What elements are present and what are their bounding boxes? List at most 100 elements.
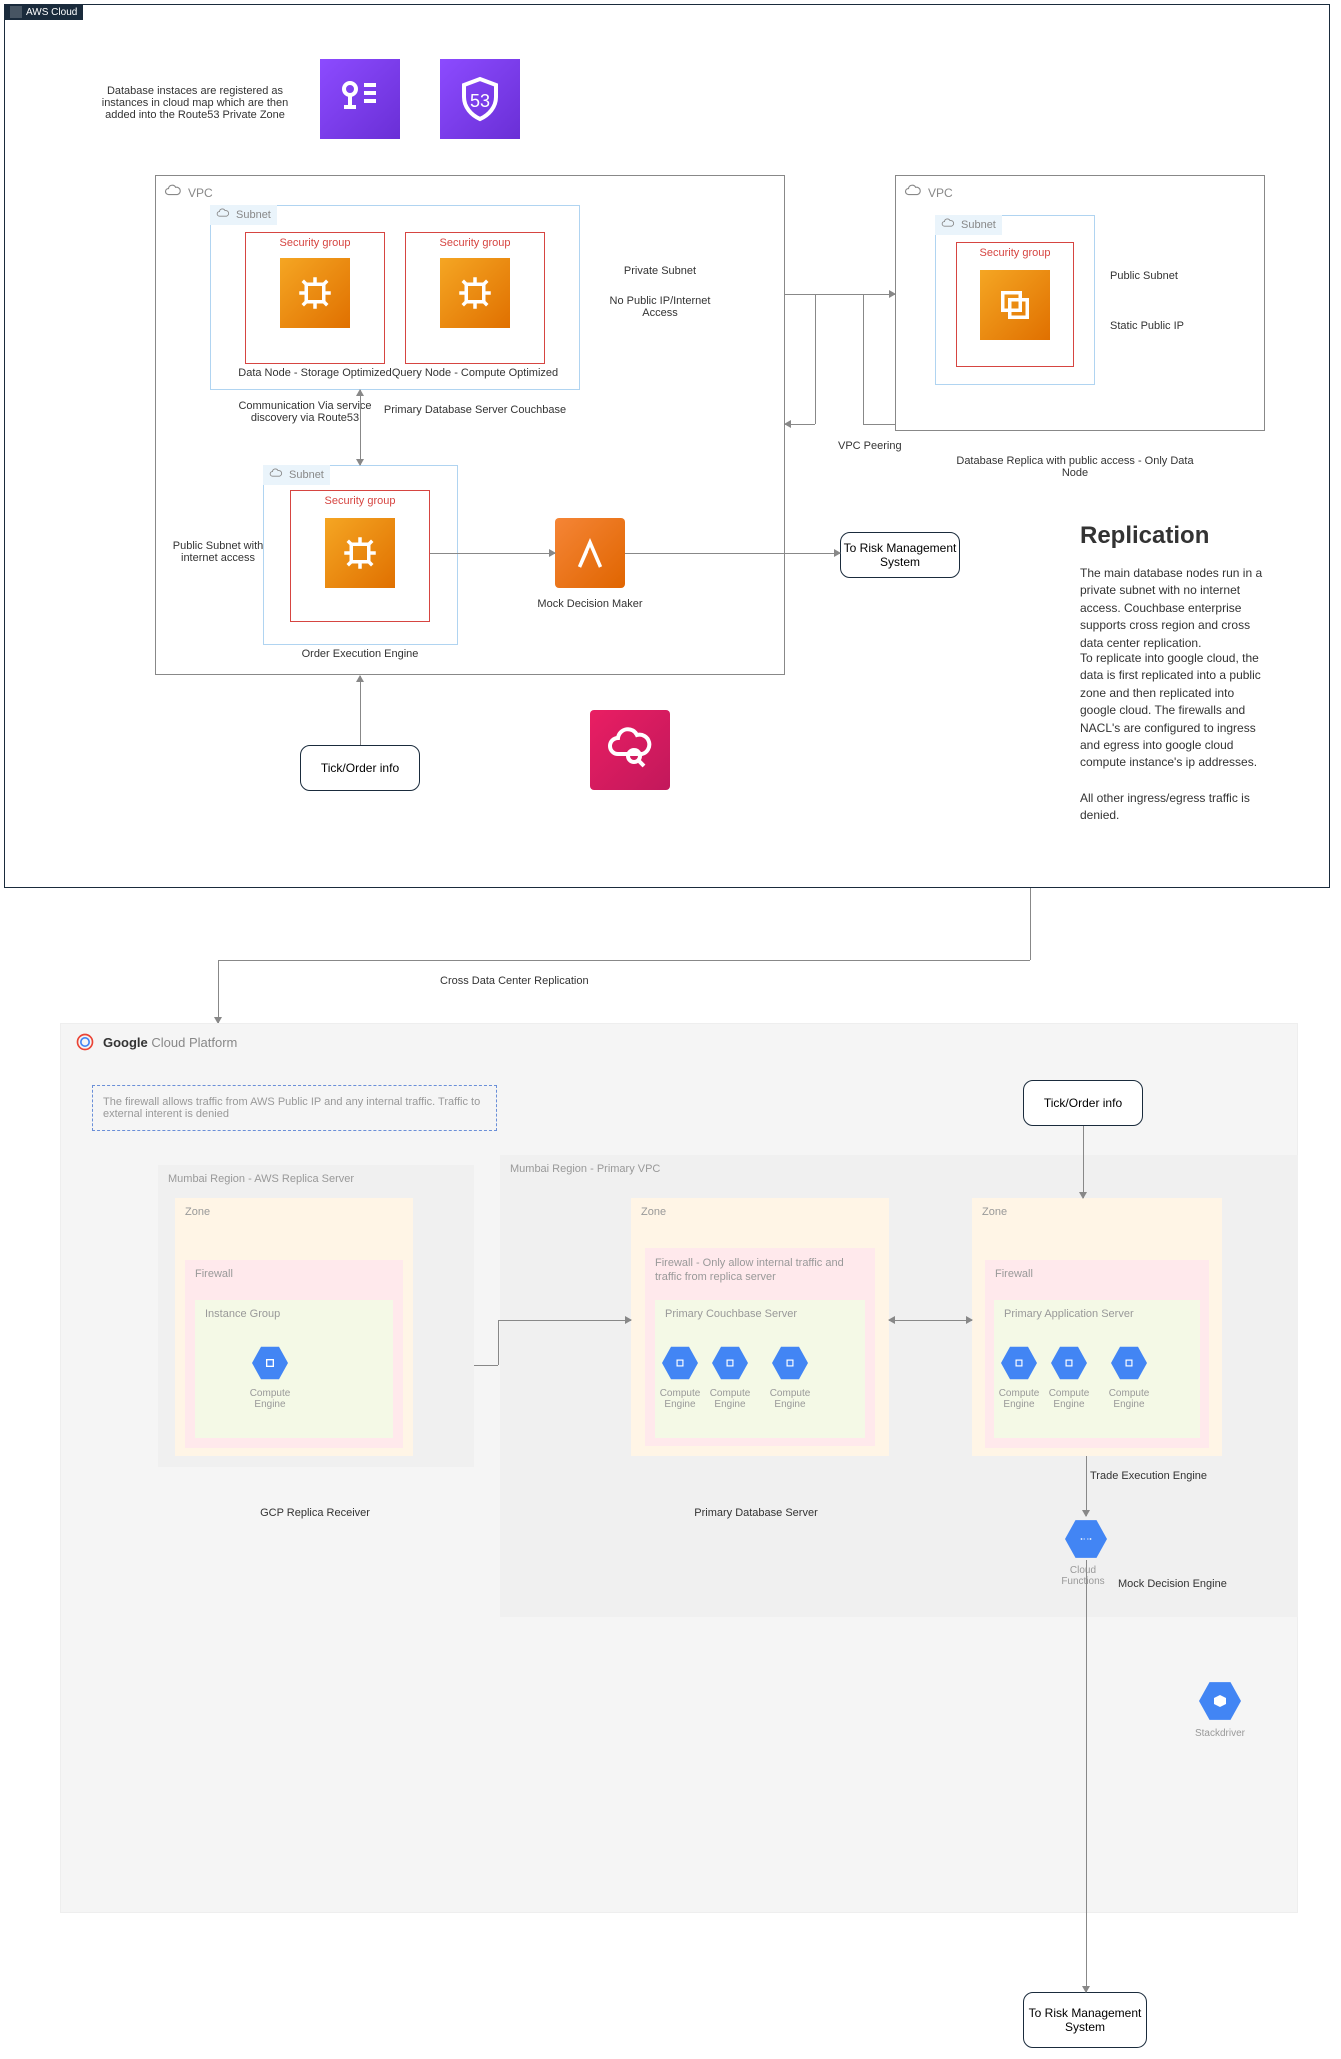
private-subnet-label: Private Subnet	[595, 265, 725, 277]
cb-fw-label: Firewall - Only allow internal traffic a…	[645, 1248, 855, 1293]
conn-lambda-risk	[625, 553, 840, 554]
ec2-query-node-icon	[440, 258, 510, 328]
peer-seg6	[863, 424, 895, 425]
query-node-label: Query Node - Compute Optimized	[390, 367, 560, 379]
conn-tick-order	[360, 676, 361, 745]
cb-ce-3-label: Compute Engine	[765, 1388, 815, 1410]
detective-icon	[590, 710, 670, 790]
subnet3-label: Subnet	[961, 219, 996, 231]
app-zone-label: Zone	[972, 1198, 1222, 1226]
rep-cb-3	[498, 1320, 631, 1321]
ec2-data-node-icon	[280, 258, 350, 328]
sg-data-label: Security group	[245, 234, 385, 252]
gcp-cb-app-arrow	[889, 1320, 972, 1321]
mock-decision-engine-label: Mock Decision Engine	[1118, 1578, 1227, 1590]
replica-ig-label: Instance Group	[195, 1300, 393, 1328]
cb-ig-label: Primary Couchbase Server	[655, 1300, 865, 1328]
crossdc-seg1	[1030, 888, 1031, 960]
vpc2-tag: VPC	[900, 180, 957, 206]
peer-seg2	[815, 294, 816, 424]
mock-decision-label: Mock Decision Maker	[530, 598, 650, 610]
primary-db-server-label: Primary Database Server	[648, 1507, 864, 1519]
cloudmap-icon	[320, 59, 400, 139]
no-public-label: No Public IP/Internet Access	[595, 295, 725, 319]
cf-risk-arrow	[1086, 1560, 1087, 1992]
gcp-risk-box: To Risk Management System	[1023, 1992, 1147, 2048]
gcp-tick-label: Tick/Order info	[1044, 1096, 1122, 1110]
data-node-label: Data Node - Storage Optimized	[230, 367, 400, 379]
replication-p3: All other ingress/egress traffic is deni…	[1080, 790, 1270, 825]
cb-ce-1-label: Compute Engine	[655, 1388, 705, 1410]
public-subnet-label: Public Subnet with internet access	[158, 540, 278, 564]
sg-order-label: Security group	[290, 492, 430, 510]
gcp-tick-arrow	[1083, 1126, 1084, 1198]
stackdriver-label: Stackdriver	[1192, 1728, 1248, 1739]
subnet3-tag: Subnet	[935, 215, 1002, 235]
vpc1-label: VPC	[188, 186, 213, 200]
subnet2-label: Subnet	[289, 469, 324, 481]
replication-title: Replication	[1080, 522, 1209, 550]
gcp-title: Google Cloud Platform	[75, 1032, 237, 1052]
replication-p2: To replicate into google cloud, the data…	[1080, 650, 1270, 772]
replica-ig: Instance Group	[195, 1300, 393, 1438]
vpc2-replica-desc: Database Replica with public access - On…	[945, 455, 1205, 479]
comm-note: Communication Via service discovery via …	[235, 400, 375, 424]
order-exec-label: Order Execution Engine	[290, 648, 430, 660]
crossdc-label: Cross Data Center Replication	[440, 975, 589, 987]
replication-p1: The main database nodes run in a private…	[1080, 565, 1270, 652]
gcp-cloud-platform: Cloud Platform	[148, 1035, 238, 1050]
lambda-icon	[555, 518, 625, 588]
crossdc-seg2	[218, 960, 1030, 961]
conn-order-lambda	[430, 553, 555, 554]
cb-ce-2-label: Compute Engine	[705, 1388, 755, 1410]
aws-cloud-tag: AWS Cloud	[4, 4, 83, 20]
subnet2-tag: Subnet	[263, 465, 330, 485]
subnet1-label: Subnet	[236, 209, 271, 221]
ec2-order-engine-icon	[325, 518, 395, 588]
app-ce-2-label: Compute Engine	[1044, 1388, 1094, 1410]
vpc-peering-label: VPC Peering	[838, 440, 902, 452]
app-ig-label: Primary Application Server	[994, 1300, 1200, 1328]
app-ce-1-label: Compute Engine	[994, 1388, 1044, 1410]
svg-text:53: 53	[470, 91, 490, 111]
conn-subnet1-subnet2	[360, 390, 361, 465]
cb-zone-label: Zone	[631, 1198, 889, 1226]
tick-order-box: Tick/Order info	[300, 745, 420, 791]
primary-db-label: Primary Database Server Couchbase	[380, 404, 570, 416]
primary-region-label: Mumbai Region - Primary VPC	[500, 1155, 1298, 1183]
sg-replica-label: Security group	[956, 244, 1074, 262]
app-ce-3-label: Compute Engine	[1104, 1388, 1154, 1410]
gcp-risk-label: To Risk Management System	[1024, 2006, 1146, 2034]
firewall-note: The firewall allows traffic from AWS Pub…	[92, 1085, 497, 1131]
app-fw-label: Firewall	[985, 1260, 1209, 1288]
vpc1-tag: VPC	[160, 180, 217, 206]
aws-cloud-label: AWS Cloud	[26, 7, 77, 18]
gcp-google: Google	[103, 1035, 148, 1050]
app-cf-arrow	[1086, 1456, 1087, 1516]
cloud-functions-label: Cloud Functions	[1058, 1565, 1108, 1587]
replica-fw-label: Firewall	[185, 1260, 403, 1288]
peer-seg1b	[785, 424, 815, 425]
vpc2-label: VPC	[928, 186, 953, 200]
rep-cb-2	[498, 1320, 499, 1365]
rep-cb-1	[474, 1365, 498, 1366]
gcp-replica-rx-label: GCP Replica Receiver	[230, 1507, 400, 1519]
risk-mgmt-box: To Risk Management System	[840, 532, 960, 578]
subnet1-tag: Subnet	[210, 205, 277, 225]
replica-ce-label: Compute Engine	[245, 1388, 295, 1410]
gcp-tick-order: Tick/Order info	[1023, 1080, 1143, 1126]
peer-seg3	[815, 294, 863, 295]
vpc2-public-label: Public Subnet	[1110, 270, 1178, 282]
replica-region-label: Mumbai Region - AWS Replica Server	[158, 1165, 474, 1193]
replica-zone-label: Zone	[175, 1198, 413, 1226]
peer-seg1	[785, 294, 815, 295]
route53-icon: 53	[440, 59, 520, 139]
risk-mgmt-label: To Risk Management System	[841, 541, 959, 569]
peer-seg5	[863, 294, 895, 295]
tick-order-label: Tick/Order info	[321, 761, 399, 775]
cloudmap-note: Database instaces are registered as inst…	[90, 85, 300, 121]
ec2-replica-icon	[980, 270, 1050, 340]
crossdc-seg3	[218, 960, 219, 1023]
sg-query-label: Security group	[405, 234, 545, 252]
vpc2-static-ip-label: Static Public IP	[1110, 320, 1184, 332]
